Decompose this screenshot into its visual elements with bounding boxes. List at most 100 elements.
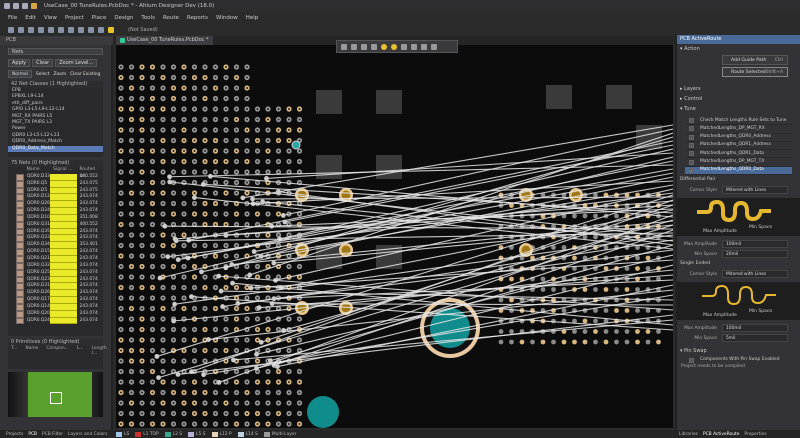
menu-route[interactable]: Route bbox=[163, 15, 179, 21]
checkbox[interactable] bbox=[689, 118, 694, 124]
add-guide-path-button[interactable]: Add Guide Path Ctrl bbox=[722, 55, 788, 65]
paste-icon[interactable] bbox=[78, 26, 84, 33]
dp-max-amplitude-input[interactable]: 100mil bbox=[722, 240, 788, 249]
menu-design[interactable]: Design bbox=[114, 15, 133, 21]
primitive-column[interactable]: L... bbox=[77, 346, 84, 356]
open-icon[interactable] bbox=[8, 26, 14, 33]
preview-icon[interactable] bbox=[38, 26, 44, 33]
layer-tab[interactable]: L12 P bbox=[211, 431, 232, 437]
checkbox[interactable] bbox=[689, 126, 694, 132]
tab-layers-and-colors[interactable]: Layers and Colors bbox=[68, 432, 107, 437]
menu-tools[interactable]: Tools bbox=[141, 15, 155, 21]
menu-view[interactable]: View bbox=[44, 15, 57, 21]
select-icon[interactable] bbox=[341, 43, 347, 50]
col-routed-length[interactable]: Routed Le... bbox=[77, 167, 103, 179]
primitive-column[interactable]: Length (... bbox=[91, 346, 106, 356]
net-row[interactable]: QDR0.D24 243.074 bbox=[8, 208, 103, 215]
menu-edit[interactable]: Edit bbox=[25, 15, 36, 21]
menu-place[interactable]: Place bbox=[92, 15, 107, 21]
apply-button[interactable]: Apply bbox=[8, 59, 31, 67]
dp-min-space-input[interactable]: 20mil bbox=[722, 250, 788, 259]
tab-document[interactable]: UseCase_00 TuneRules.PcbDoc * bbox=[116, 36, 213, 45]
menu-help[interactable]: Help bbox=[246, 15, 259, 21]
print-icon[interactable] bbox=[28, 26, 34, 33]
net-row[interactable]: QDR0.Q5 243.075 bbox=[8, 180, 103, 188]
checkbox[interactable] bbox=[689, 143, 694, 149]
zoom-checkbox[interactable]: Zoom bbox=[53, 72, 66, 77]
tab-pcb-activeroute[interactable]: PCB ActiveRoute bbox=[703, 432, 739, 437]
tab-projects[interactable]: Projects bbox=[6, 432, 23, 437]
tab-libraries[interactable]: Libraries bbox=[679, 432, 698, 437]
col-name[interactable]: Name bbox=[24, 167, 50, 174]
diff-pair-icon[interactable] bbox=[361, 43, 367, 50]
clear-existing-checkbox[interactable]: Clear Existing bbox=[70, 72, 100, 77]
layer-tab[interactable]: LS bbox=[116, 431, 129, 437]
cut-icon[interactable] bbox=[58, 26, 64, 33]
se-min-space-input[interactable]: 5mil bbox=[722, 334, 788, 343]
section-action[interactable]: ▾ Action bbox=[677, 44, 800, 54]
net-row[interactable]: QDR0.Q31 400.552 bbox=[8, 221, 103, 229]
menu-window[interactable]: Window bbox=[216, 15, 238, 21]
save-all-icon[interactable] bbox=[22, 3, 28, 9]
select-checkbox[interactable]: Select bbox=[36, 72, 50, 77]
net-row[interactable]: QDR0.D26 243.074 bbox=[8, 290, 103, 298]
polygon-icon[interactable] bbox=[401, 43, 407, 50]
checkbox[interactable] bbox=[689, 159, 694, 165]
net-row[interactable]: QDR0.D33 400.552 bbox=[8, 173, 103, 181]
filter-mode-dropdown[interactable]: Normal bbox=[8, 70, 32, 78]
se-corner-style-dropdown[interactable]: Mitered with Lines bbox=[722, 270, 788, 279]
pad-icon[interactable] bbox=[391, 43, 397, 50]
net-row[interactable]: QDR0.D10 351.008 bbox=[8, 214, 103, 222]
layer-tab[interactable]: L1 TOP bbox=[135, 431, 159, 437]
menu-file[interactable]: File bbox=[8, 15, 17, 21]
folder-icon[interactable] bbox=[31, 3, 37, 9]
route-icon[interactable] bbox=[351, 43, 357, 50]
save-icon[interactable] bbox=[13, 3, 19, 9]
section-layers[interactable]: ▸ Layers bbox=[677, 84, 800, 94]
net-row[interactable]: QDR0.Q20 243.074 bbox=[8, 310, 103, 318]
net-row[interactable]: QDR0.Q14 243.074 bbox=[8, 303, 103, 311]
board-preview[interactable] bbox=[8, 372, 103, 417]
net-row[interactable]: QDR0.Q25 243.074 bbox=[8, 269, 103, 277]
line-icon[interactable] bbox=[431, 43, 437, 50]
menu-reports[interactable]: Reports bbox=[187, 15, 208, 21]
zoom-icon[interactable] bbox=[48, 26, 54, 33]
layer-tab[interactable]: Multi-Layer bbox=[263, 431, 296, 437]
keepout-icon[interactable] bbox=[411, 43, 417, 50]
net-row[interactable]: QDR0.Q21 243.074 bbox=[8, 255, 103, 263]
via-icon[interactable] bbox=[381, 43, 387, 50]
primitive-column[interactable]: T... bbox=[11, 346, 17, 356]
checkbox[interactable] bbox=[689, 357, 694, 363]
layer-tab[interactable]: L2 S bbox=[164, 431, 182, 437]
section-pin-swap[interactable]: ▾ Pin Swap bbox=[677, 346, 800, 356]
undo-icon[interactable] bbox=[88, 26, 94, 33]
clear-button[interactable]: Clear bbox=[32, 59, 54, 67]
save-icon[interactable] bbox=[18, 26, 24, 33]
layer-tab[interactable]: L14 S bbox=[237, 431, 258, 437]
zoom-level-button[interactable]: Zoom Level... bbox=[55, 59, 98, 67]
tab-properties[interactable]: Properties bbox=[744, 432, 766, 437]
text-icon[interactable] bbox=[421, 43, 427, 50]
net-row[interactable]: QDR0.Q32 243.074 bbox=[8, 262, 103, 270]
se-max-amplitude-input[interactable]: 100mil bbox=[722, 324, 788, 333]
net-row[interactable]: QDR0.Q24 243.074 bbox=[8, 317, 103, 325]
checkbox[interactable] bbox=[689, 134, 694, 140]
primitive-column[interactable]: Name bbox=[25, 346, 38, 356]
view-rectangle[interactable] bbox=[50, 392, 62, 404]
section-control[interactable]: ▸ Control bbox=[677, 94, 800, 104]
primitive-column[interactable]: Compon... bbox=[46, 346, 68, 356]
tab-pcb[interactable]: PCB bbox=[28, 432, 37, 437]
dp-corner-style-dropdown[interactable]: Mitered with Lines bbox=[722, 186, 788, 195]
tab-pcb-filter[interactable]: PCB Filter bbox=[42, 432, 63, 437]
redo-icon[interactable] bbox=[98, 26, 104, 33]
net-row[interactable]: QDR0.D15 243.074 bbox=[8, 249, 103, 256]
tune-icon[interactable] bbox=[371, 43, 377, 50]
mode-dropdown[interactable]: Nets bbox=[8, 48, 103, 55]
layer-tab[interactable]: L5 S bbox=[188, 431, 206, 437]
col-signal[interactable]: Signal ... bbox=[50, 167, 76, 174]
net-row[interactable]: QDR0.Q17 243.074 bbox=[8, 297, 103, 304]
pcb-canvas[interactable] bbox=[116, 45, 673, 428]
net-class-item[interactable]: QDR0_Data_Match bbox=[8, 145, 103, 152]
highlight-icon[interactable] bbox=[108, 26, 114, 33]
section-tune[interactable]: ▾ Tune bbox=[677, 104, 800, 114]
